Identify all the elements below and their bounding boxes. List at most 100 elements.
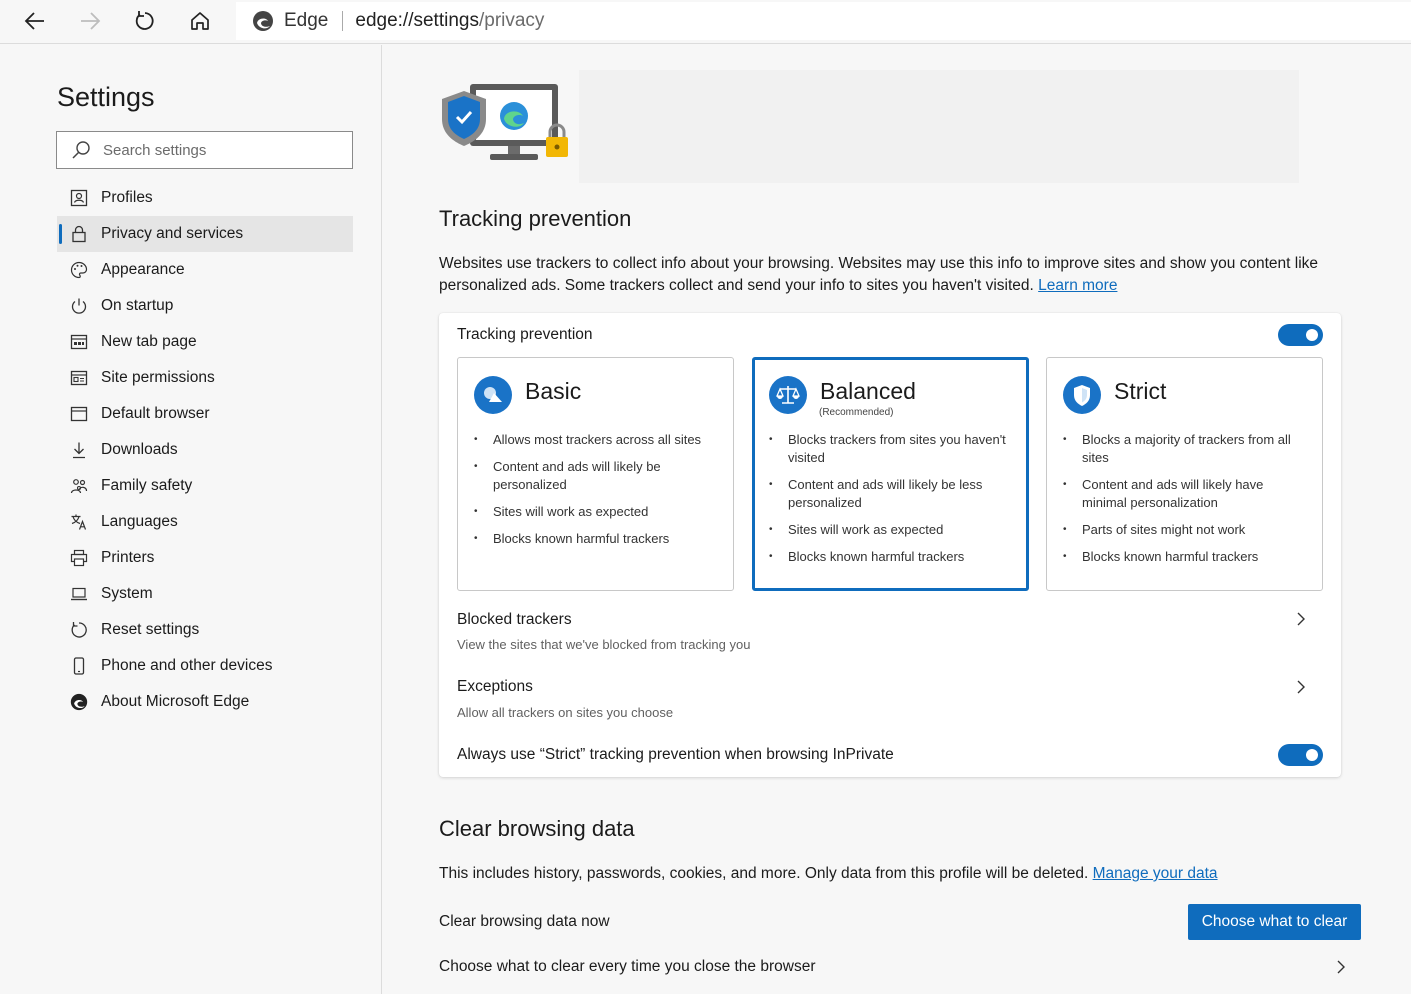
clear-description-text: This includes history, passwords, cookie… <box>439 865 1089 882</box>
sidebar-item-on-startup[interactable]: On startup <box>57 288 353 324</box>
edge-logo-icon <box>69 692 89 712</box>
search-box[interactable] <box>56 131 353 169</box>
sidebar-item-label: On startup <box>101 297 174 314</box>
inprivate-strict-toggle[interactable] <box>1278 744 1323 766</box>
level-bullet: Blocks a majority of trackers from all s… <box>1061 431 1311 467</box>
inprivate-strict-label: Always use “Strict” tracking prevention … <box>457 746 894 763</box>
sidebar-item-label: Default browser <box>101 405 210 422</box>
learn-more-link[interactable]: Learn more <box>1038 277 1117 294</box>
sidebar-item-label: Downloads <box>101 441 178 458</box>
sidebar-item-label: Family safety <box>101 477 193 494</box>
clear-on-close-label[interactable]: Choose what to clear every time you clos… <box>439 958 815 976</box>
refresh-button[interactable] <box>127 4 163 38</box>
sidebar-item-languages[interactable]: Languages <box>57 504 353 540</box>
sidebar-nav: Profiles Privacy and services Appearance… <box>57 180 353 720</box>
sidebar-item-label: Profiles <box>101 189 153 206</box>
tracking-description-text: Websites use trackers to collect info ab… <box>439 255 1319 294</box>
blocked-trackers-title[interactable]: Blocked trackers <box>457 611 572 629</box>
privacy-illustration <box>438 81 578 170</box>
browser-window-icon <box>69 404 89 424</box>
sidebar-item-appearance[interactable]: Appearance <box>57 252 353 288</box>
manage-your-data-link[interactable]: Manage your data <box>1093 865 1218 882</box>
sidebar-item-printers[interactable]: Printers <box>57 540 353 576</box>
level-bullet: Parts of sites might not work <box>1061 521 1311 539</box>
level-name: Strict <box>1114 378 1167 404</box>
site-permissions-icon <box>69 368 89 388</box>
sidebar-item-reset-settings[interactable]: Reset settings <box>57 612 353 648</box>
address-bar[interactable]: Edge edge://settings/privacy <box>236 2 1411 40</box>
new-tab-icon <box>69 332 89 352</box>
sidebar-item-label: Privacy and services <box>101 225 244 242</box>
address-separator <box>342 11 344 31</box>
family-icon <box>69 476 89 496</box>
level-bullet: Blocks trackers from sites you haven't v… <box>767 431 1017 467</box>
back-arrow-icon <box>24 12 44 30</box>
edge-logo-icon <box>253 11 273 31</box>
blocked-trackers-subtitle: View the sites that we've blocked from t… <box>457 637 751 652</box>
chevron-right-icon[interactable] <box>1336 959 1346 975</box>
sidebar-item-label: Languages <box>101 513 178 530</box>
sidebar-item-default-browser[interactable]: Default browser <box>57 396 353 432</box>
exceptions-title[interactable]: Exceptions <box>457 678 533 696</box>
sidebar-item-label: Phone and other devices <box>101 657 273 674</box>
hero-background-panel <box>579 70 1299 183</box>
settings-content: Tracking prevention Websites use tracker… <box>383 45 1411 994</box>
home-icon <box>191 12 209 30</box>
level-bullet: Sites will work as expected <box>767 521 1017 539</box>
level-bullet: Content and ads will likely be less pers… <box>767 476 1017 512</box>
sidebar-item-system[interactable]: System <box>57 576 353 612</box>
sidebar-item-downloads[interactable]: Downloads <box>57 432 353 468</box>
tracking-description: Websites use trackers to collect info ab… <box>439 253 1349 297</box>
sidebar-item-privacy[interactable]: Privacy and services <box>57 216 353 252</box>
level-bullet: Content and ads will likely be personali… <box>472 458 722 494</box>
settings-title: Settings <box>57 82 155 112</box>
sidebar-item-label: Reset settings <box>101 621 200 638</box>
sidebar-item-label: System <box>101 585 153 602</box>
forward-arrow-icon <box>81 12 101 30</box>
sidebar-item-family-safety[interactable]: Family safety <box>57 468 353 504</box>
profile-card-icon <box>69 188 89 208</box>
sidebar-item-profiles[interactable]: Profiles <box>57 180 353 216</box>
laptop-icon <box>69 584 89 604</box>
sidebar-item-new-tab-page[interactable]: New tab page <box>57 324 353 360</box>
clear-description: This includes history, passwords, cookie… <box>439 863 1349 885</box>
level-basic-card[interactable]: Basic Allows most trackers across all si… <box>457 357 734 591</box>
tracking-prevention-card: Tracking prevention Basic Allows most tr… <box>439 313 1341 777</box>
level-balanced-card[interactable]: Balanced (Recommended) Blocks trackers f… <box>752 357 1029 591</box>
url-host: edge://settings <box>355 10 479 31</box>
level-name: Balanced <box>820 378 916 404</box>
chevron-right-icon[interactable] <box>1296 611 1306 627</box>
exceptions-subtitle: Allow all trackers on sites you choose <box>457 705 674 720</box>
clear-now-label: Clear browsing data now <box>439 913 610 930</box>
level-bullet: Content and ads will likely have minimal… <box>1061 476 1311 512</box>
tracking-prevention-toggle[interactable] <box>1278 324 1323 346</box>
level-strict-card[interactable]: Strict Blocks a majority of trackers fro… <box>1046 357 1323 591</box>
level-bullets: Blocks a majority of trackers from all s… <box>1061 431 1311 575</box>
printer-icon <box>69 548 89 568</box>
sidebar-item-label: Site permissions <box>101 369 215 386</box>
level-recommended-label: (Recommended) <box>819 407 894 418</box>
back-button[interactable] <box>17 4 53 38</box>
home-button[interactable] <box>182 4 218 38</box>
sidebar-item-label: Appearance <box>101 261 185 278</box>
level-bullet: Blocks known harmful trackers <box>1061 548 1311 566</box>
basic-level-icon <box>474 376 512 414</box>
shield-icon <box>1063 376 1101 414</box>
browser-toolbar: Edge edge://settings/privacy <box>0 0 1411 44</box>
sidebar-item-about[interactable]: About Microsoft Edge <box>57 684 353 720</box>
sidebar-item-label: New tab page <box>101 333 197 350</box>
download-icon <box>69 440 89 460</box>
sidebar-item-phone[interactable]: Phone and other devices <box>57 648 353 684</box>
sidebar-item-site-permissions[interactable]: Site permissions <box>57 360 353 396</box>
level-bullets: Blocks trackers from sites you haven't v… <box>767 431 1017 575</box>
choose-what-to-clear-button[interactable]: Choose what to clear <box>1188 904 1361 940</box>
forward-button[interactable] <box>72 4 108 38</box>
level-bullets: Allows most trackers across all sites Co… <box>472 431 722 557</box>
level-bullet: Allows most trackers across all sites <box>472 431 722 449</box>
search-input[interactable] <box>103 141 333 159</box>
browser-brand-label: Edge <box>284 10 329 31</box>
power-icon <box>69 296 89 316</box>
chevron-right-icon[interactable] <box>1296 679 1306 695</box>
clear-browsing-data-heading: Clear browsing data <box>439 816 635 841</box>
settings-sidebar: Settings Profiles Privacy and services A… <box>0 45 382 994</box>
